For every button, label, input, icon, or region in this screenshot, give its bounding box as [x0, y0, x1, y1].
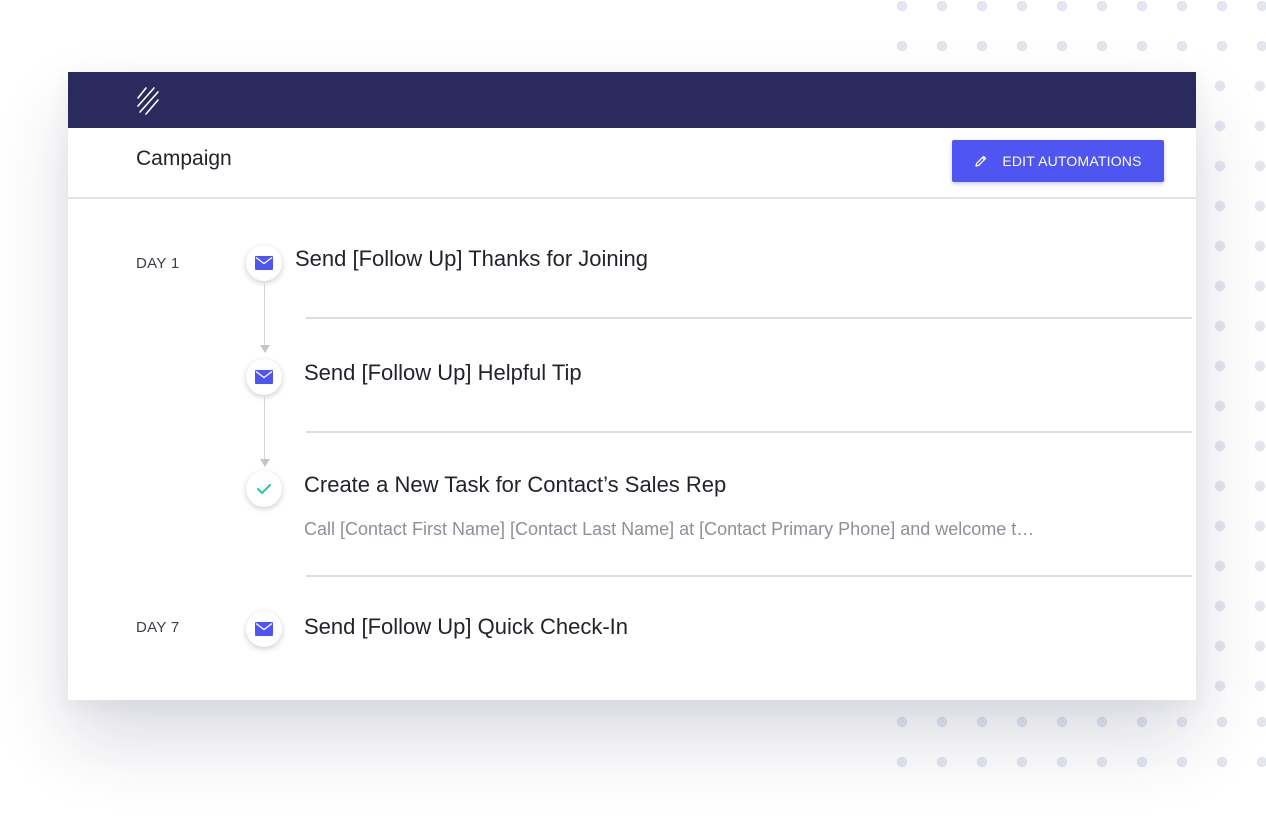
step-title[interactable]: Send [Follow Up] Helpful Tip	[304, 360, 582, 386]
day-label: DAY 7	[136, 619, 180, 636]
arrow-down-icon	[260, 345, 270, 353]
app-window: Campaign EDIT AUTOMATIONS DAY 1 Send [Fo…	[68, 72, 1196, 700]
pencil-icon	[975, 155, 987, 167]
step-node-email	[246, 611, 282, 647]
step-title[interactable]: Create a New Task for Contact’s Sales Re…	[304, 472, 726, 498]
envelope-icon	[255, 256, 273, 270]
page-title: Campaign	[136, 147, 232, 170]
slash-lines-logo-icon[interactable]	[134, 82, 162, 118]
envelope-icon	[255, 622, 273, 636]
step-title[interactable]: Send [Follow Up] Thanks for Joining	[295, 246, 648, 272]
step-description: Call [Contact First Name] [Contact Last …	[304, 519, 1035, 539]
step-node-task	[246, 471, 282, 507]
edit-automations-label: EDIT AUTOMATIONS	[1002, 153, 1142, 169]
page-header: Campaign EDIT AUTOMATIONS	[68, 128, 1196, 199]
arrow-down-icon	[260, 459, 270, 467]
campaign-timeline: DAY 1 Send [Follow Up] Thanks for Joinin…	[68, 199, 1196, 700]
top-nav-bar	[68, 72, 1196, 128]
dot-pattern-bottom	[882, 702, 1266, 782]
step-divider	[306, 575, 1192, 577]
timeline-connector	[264, 397, 265, 463]
step-divider	[306, 317, 1192, 319]
checkmark-icon	[256, 483, 272, 495]
step-title[interactable]: Send [Follow Up] Quick Check-In	[304, 614, 628, 640]
step-node-email	[246, 359, 282, 395]
dot-pattern-top	[882, 0, 1266, 70]
step-divider	[306, 431, 1192, 433]
day-label: DAY 1	[136, 255, 180, 272]
timeline-connector	[264, 283, 265, 349]
edit-automations-button[interactable]: EDIT AUTOMATIONS	[952, 140, 1164, 182]
stage: Campaign EDIT AUTOMATIONS DAY 1 Send [Fo…	[0, 0, 1266, 818]
dot-pattern-right	[1200, 66, 1266, 706]
step-node-email	[246, 245, 282, 281]
envelope-icon	[255, 370, 273, 384]
